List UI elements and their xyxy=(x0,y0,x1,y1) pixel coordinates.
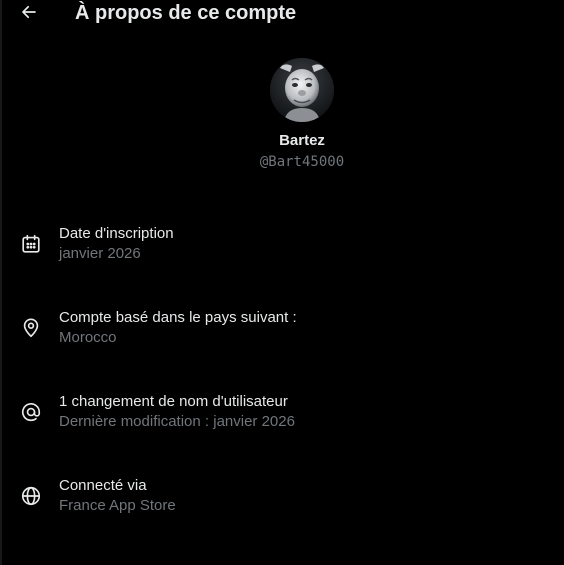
info-value-username-changes: Dernière modification : janvier 2026 xyxy=(59,413,295,430)
at-sign-icon xyxy=(20,401,42,423)
header: À propos de ce compte xyxy=(0,0,564,28)
location-pin-icon xyxy=(20,317,42,339)
info-item-join-date: Date d'inscription janvier 2026 xyxy=(0,224,564,272)
info-title-join-date: Date d'inscription xyxy=(59,225,174,242)
info-title-connected-via: Connecté via xyxy=(59,477,147,494)
info-item-username-changes: 1 changement de nom d'utilisateur Derniè… xyxy=(0,392,564,440)
back-button[interactable] xyxy=(14,0,44,28)
username-handle: @Bart45000 xyxy=(259,154,345,170)
info-value-country: Morocco xyxy=(59,329,117,346)
info-title-country: Compte basé dans le pays suivant : xyxy=(59,309,297,326)
profile-summary: Bartez @Bart45000 xyxy=(0,58,564,171)
info-title-username-changes: 1 changement de nom d'utilisateur xyxy=(59,393,288,410)
info-item-connected-via: Connecté via France App Store xyxy=(0,476,564,524)
globe-icon xyxy=(20,485,42,507)
info-item-country: Compte basé dans le pays suivant : Moroc… xyxy=(0,308,564,356)
about-account-page: À propos de ce compte Bartez @Bart45000 … xyxy=(0,0,564,565)
avatar[interactable] xyxy=(270,58,334,122)
arrow-left-icon xyxy=(20,3,38,26)
page-title: À propos de ce compte xyxy=(75,2,297,24)
calendar-icon xyxy=(20,233,42,255)
info-value-connected-via: France App Store xyxy=(59,497,176,514)
display-name: Bartez xyxy=(279,132,325,149)
info-value-join-date: janvier 2026 xyxy=(59,245,141,262)
